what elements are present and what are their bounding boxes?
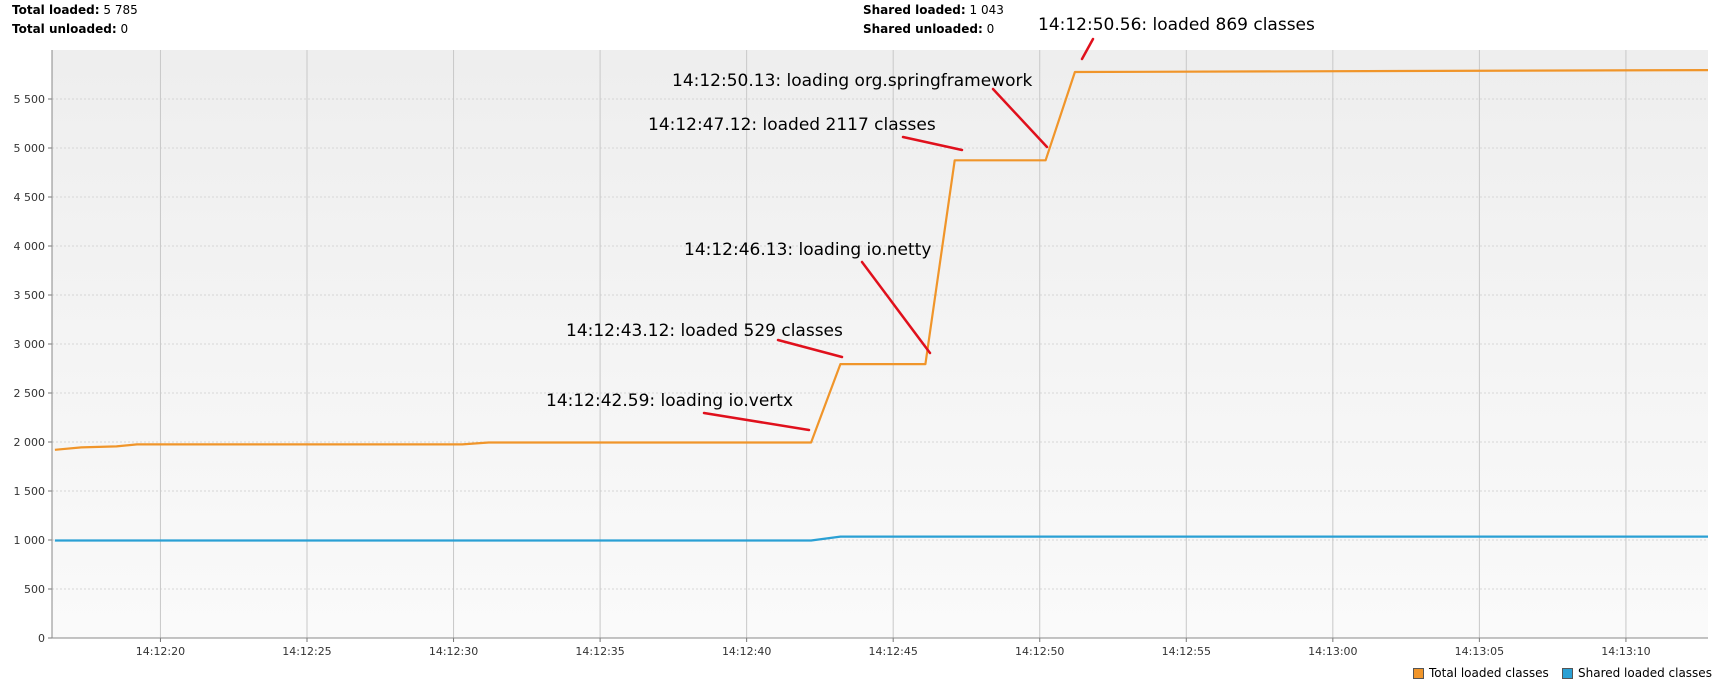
legend-item-shared: Shared loaded classes <box>1562 666 1712 680</box>
x-tick-label: 14:12:35 <box>575 645 624 658</box>
x-tick-label: 14:12:45 <box>868 645 917 658</box>
annotation-label: 14:12:50.13: loading org.springframework <box>672 71 1032 91</box>
annotation-label: 14:12:46.13: loading io.netty <box>684 240 931 260</box>
x-tick-label: 14:12:20 <box>136 645 185 658</box>
y-tick-label: 2 500 <box>14 387 46 400</box>
annotation-label: 14:12:50.56: loaded 869 classes <box>1038 15 1315 35</box>
x-tick-label: 14:12:30 <box>429 645 478 658</box>
x-tick-label: 14:13:10 <box>1601 645 1650 658</box>
y-tick-label: 1 000 <box>14 534 46 547</box>
y-tick-label: 4 500 <box>14 191 46 204</box>
y-tick-label: 1 500 <box>14 485 46 498</box>
x-tick-label: 14:12:25 <box>282 645 331 658</box>
legend-swatch-shared <box>1562 667 1573 679</box>
x-tick-label: 14:12:50 <box>1015 645 1064 658</box>
x-tick-label: 14:13:05 <box>1455 645 1504 658</box>
legend-label-total: Total loaded classes <box>1429 666 1549 680</box>
loaded-classes-chart: 0 500 1 000 1 500 2 000 2 500 3 000 3 500 4 000 4… <box>14 15 1709 658</box>
legend-label-shared: Shared loaded classes <box>1578 666 1712 680</box>
y-tick-label: 0 <box>38 632 45 645</box>
y-tick-label: 2 000 <box>14 436 46 449</box>
legend-item-total: Total loaded classes <box>1413 666 1549 680</box>
y-tick-label: 3 000 <box>14 338 46 351</box>
x-tick-label: 14:13:00 <box>1308 645 1357 658</box>
y-tick-label: 500 <box>24 583 45 596</box>
x-tick-label: 14:12:40 <box>722 645 771 658</box>
y-tick-label: 4 000 <box>14 240 46 253</box>
y-tick-label: 5 000 <box>14 142 46 155</box>
annotation-label: 14:12:42.59: loading io.vertx <box>546 391 793 411</box>
y-tick-label: 5 500 <box>14 93 46 106</box>
annotation-label: 14:12:47.12: loaded 2117 classes <box>648 115 936 135</box>
x-tick-label: 14:12:55 <box>1162 645 1211 658</box>
annotation-label: 14:12:43.12: loaded 529 classes <box>566 321 843 341</box>
y-tick-label: 3 500 <box>14 289 46 302</box>
legend-swatch-total <box>1413 667 1424 679</box>
